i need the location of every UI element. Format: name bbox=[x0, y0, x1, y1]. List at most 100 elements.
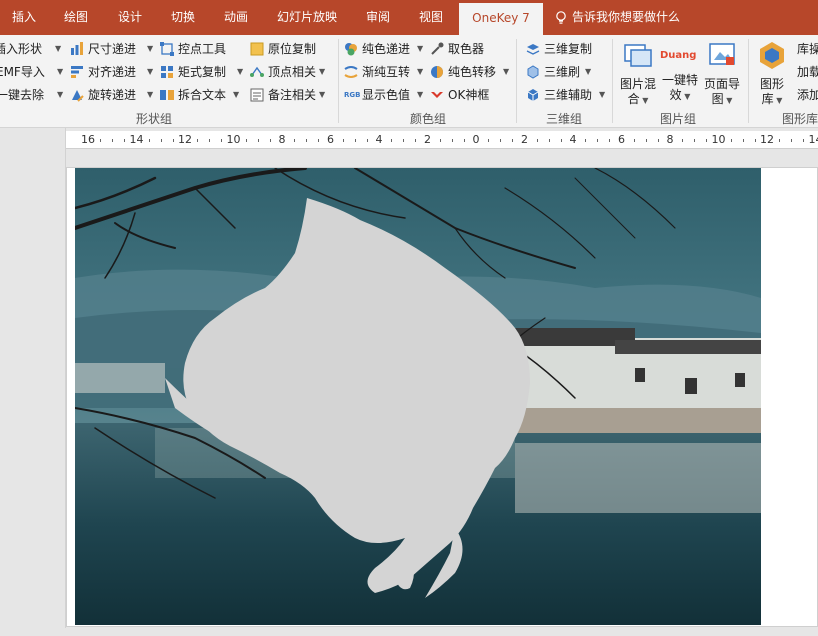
one-click-remove-button[interactable]: 一键去除 ▼ bbox=[0, 85, 66, 105]
ruler-label: 16 bbox=[81, 133, 95, 146]
ruler-tick bbox=[257, 139, 259, 142]
3d-brush-button[interactable]: 三维刷 ▼ bbox=[526, 62, 606, 82]
load-button[interactable]: 加载 bbox=[797, 62, 818, 82]
group-separator bbox=[338, 39, 339, 123]
lightbulb-icon bbox=[556, 11, 566, 24]
gradient-solid-swap-button[interactable]: 渐纯互转 ▼ bbox=[344, 62, 428, 82]
ruler-label: 8 bbox=[278, 133, 286, 146]
ruler-tick bbox=[657, 139, 659, 142]
size-progression-icon bbox=[71, 42, 83, 55]
ruler-label: 2 bbox=[424, 133, 431, 146]
ruler-tick bbox=[148, 139, 150, 142]
tab-insert[interactable]: 插入 bbox=[0, 0, 48, 35]
ruler-tick bbox=[742, 139, 744, 142]
tab-draw[interactable]: 绘图 bbox=[52, 0, 100, 35]
ruler-tick bbox=[342, 139, 344, 142]
tab-design[interactable]: 设计 bbox=[106, 0, 154, 35]
3d-group-label: 三维组 bbox=[546, 112, 583, 126]
group-separator bbox=[516, 39, 517, 123]
slide-photo[interactable] bbox=[75, 168, 761, 625]
ruler-tick bbox=[209, 139, 211, 142]
show-color-value-button[interactable]: RGB 显示色值 ▼ bbox=[344, 85, 428, 105]
ruler-tick bbox=[318, 139, 320, 142]
ruler-tick bbox=[633, 139, 635, 142]
ruler-tick bbox=[172, 139, 174, 142]
insert-shape-button[interactable]: 插入形状 ▼ bbox=[0, 39, 64, 59]
vertex-related-button[interactable]: 顶点相关 ▼ bbox=[250, 62, 330, 82]
ruler-tick bbox=[403, 139, 405, 142]
control-point-tool-button[interactable]: 控点工具 bbox=[160, 39, 240, 59]
3d-brush-icon bbox=[527, 65, 539, 79]
library-operation-button[interactable]: 库操 bbox=[797, 39, 818, 59]
ruler-tick bbox=[100, 139, 102, 142]
ruler-tick bbox=[500, 139, 502, 142]
size-progression-button[interactable]: 尺寸递进 ▼ bbox=[70, 39, 158, 59]
solid-color-icon bbox=[345, 43, 357, 56]
tab-transitions[interactable]: 切换 bbox=[159, 0, 207, 35]
3d-copy-button[interactable]: 三维复制 bbox=[526, 39, 606, 59]
tab-onekey[interactable]: OneKey 7 bbox=[459, 3, 543, 35]
solid-color-progression-button[interactable]: 纯色递进 ▼ bbox=[344, 39, 428, 59]
gradient-swap-icon bbox=[344, 66, 358, 78]
ruler-tick bbox=[706, 139, 708, 142]
group-separator bbox=[748, 39, 749, 123]
powerpoint-window: 插入 绘图 设计 切换 动画 幻灯片放映 审阅 视图 OneKey 7 告诉我你… bbox=[0, 0, 818, 636]
tab-review[interactable]: 审阅 bbox=[354, 0, 402, 35]
ruler-tick bbox=[306, 139, 308, 142]
emf-import-button[interactable]: EMF导入 ▼ bbox=[0, 62, 66, 82]
rotate-progression-button[interactable]: 旋转递进 ▼ bbox=[70, 85, 158, 105]
ruler-tick bbox=[548, 139, 550, 142]
ruler-tick bbox=[463, 139, 465, 142]
3d-assist-icon bbox=[527, 89, 539, 101]
shape-group-label: 形状组 bbox=[136, 112, 173, 126]
matrix-copy-icon bbox=[161, 66, 173, 78]
ruler-label: 14 bbox=[129, 133, 144, 146]
color-picker-button[interactable]: 取色器 bbox=[430, 39, 510, 59]
ruler-tick bbox=[415, 139, 417, 142]
ok-frame-button[interactable]: OK神框 bbox=[430, 85, 510, 105]
in-place-copy-button[interactable]: 原位复制 bbox=[250, 39, 330, 59]
ok-frame-icon bbox=[431, 92, 443, 98]
ruler-tick bbox=[354, 139, 356, 142]
split-merge-text-button[interactable]: 拆合文本 ▼ bbox=[160, 85, 240, 105]
ruler-tick bbox=[609, 139, 611, 142]
ruler-tick bbox=[694, 139, 696, 142]
align-progression-button[interactable]: 对齐递进 ▼ bbox=[70, 62, 158, 82]
add-button[interactable]: 添加 bbox=[797, 85, 818, 105]
color-transfer-icon bbox=[431, 66, 443, 78]
page-export-icon bbox=[709, 43, 735, 65]
ruler-tick bbox=[391, 139, 393, 142]
tab-slideshow[interactable]: 幻灯片放映 bbox=[268, 0, 346, 35]
ruler-label: 6 bbox=[327, 133, 334, 146]
ruler-tick bbox=[536, 139, 538, 142]
shape-library-icon bbox=[760, 42, 784, 69]
ruler-tick bbox=[597, 139, 599, 142]
3d-assist-button[interactable]: 三维辅助 ▼ bbox=[526, 85, 610, 105]
picture-blend-button[interactable]: 图片混 合 ▼ bbox=[618, 39, 658, 108]
ruler-tick bbox=[512, 139, 514, 142]
ruler-label: 10 bbox=[711, 133, 726, 146]
ruler-label: 8 bbox=[666, 133, 674, 146]
control-point-icon bbox=[160, 42, 174, 56]
ruler-label: 12 bbox=[178, 133, 192, 146]
tell-me-search[interactable]: 告诉我你想要做什么 bbox=[556, 0, 680, 35]
tab-animations[interactable]: 动画 bbox=[212, 0, 260, 35]
notes-related-button[interactable]: 备注相关 ▼ bbox=[250, 85, 330, 105]
ruler-label: 6 bbox=[618, 133, 625, 146]
eyedropper-icon bbox=[431, 42, 444, 55]
ruler-label: 0 bbox=[472, 133, 480, 146]
ruler-label: 14 bbox=[808, 133, 818, 146]
shape-library-button[interactable]: 图形 库 ▼ bbox=[753, 39, 791, 108]
ruler-label: 12 bbox=[760, 133, 774, 146]
shape-library-group-label: 图形库 bbox=[782, 112, 818, 126]
picture-blend-icon bbox=[624, 44, 652, 67]
matrix-copy-button[interactable]: 矩式复制 ▼ bbox=[160, 62, 244, 82]
tab-view[interactable]: 视图 bbox=[407, 0, 455, 35]
ruler-tick bbox=[488, 139, 490, 142]
ruler-tick bbox=[366, 139, 368, 142]
one-click-effect-button[interactable]: Duang 一键特 效 ▼ bbox=[660, 39, 700, 104]
rgb-icon: RGB bbox=[344, 91, 361, 99]
page-export-image-button[interactable]: 页面导 图 ▼ bbox=[702, 39, 742, 108]
ruler-label: 4 bbox=[375, 133, 383, 146]
solid-color-transfer-button[interactable]: 纯色转移 ▼ bbox=[430, 62, 514, 82]
